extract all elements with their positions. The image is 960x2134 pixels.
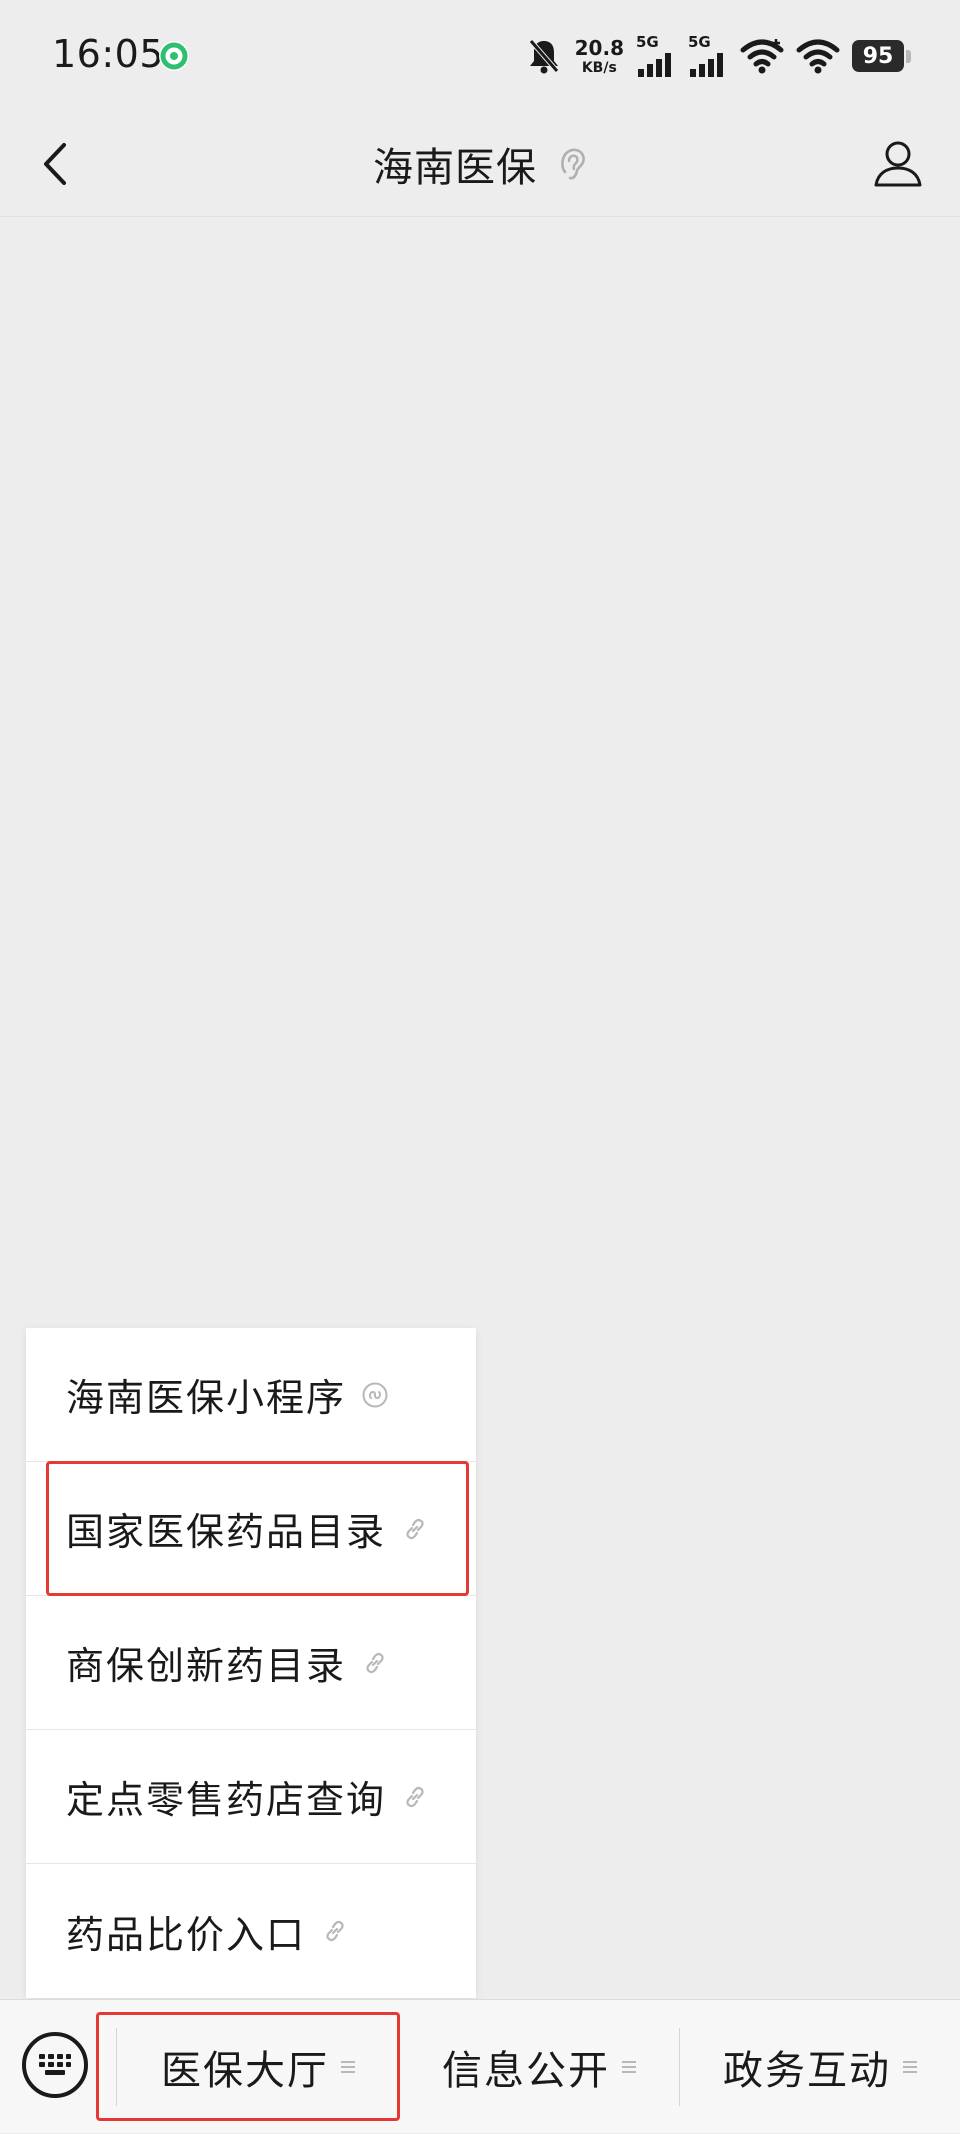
- submenu-item-label: 定点零售药店查询: [66, 1778, 387, 1822]
- status-time: 16:05: [52, 32, 165, 76]
- link-icon: [326, 1920, 344, 1942]
- signal-bars-icon: [690, 53, 723, 77]
- keyboard-toggle-button[interactable]: [22, 2032, 88, 2098]
- submenu-item-label: 药品比价入口: [66, 1912, 307, 1957]
- menu-lines-icon: [341, 2061, 355, 2073]
- network-speed: 20.8 KB/s: [575, 38, 624, 75]
- signal-indicator-1: 5G: [636, 35, 676, 77]
- battery-cap: [906, 49, 911, 63]
- network-speed-value: 20.8: [574, 35, 624, 60]
- chevron-left-icon: [44, 143, 66, 185]
- status-indicators: 20.8 KB/s 5G 5G 95: [513, 30, 912, 82]
- submenu-item-innovative-drug-list[interactable]: 商保创新药目录: [26, 1596, 476, 1730]
- wifi-plus-icon: [740, 39, 784, 74]
- back-button[interactable]: [24, 132, 88, 196]
- submenu-panel: 海南医保小程序 国家医保药品目录 商保创新药目录 定点零售药店查询 药品比价入口: [26, 1328, 476, 1998]
- submenu-item-label: 国家医保药品目录: [66, 1510, 387, 1554]
- signal-bars-icon: [638, 53, 671, 77]
- title-wrap: 海南医保: [0, 112, 960, 216]
- network-speed-unit: KB/s: [581, 59, 617, 76]
- bell-muted-icon: [528, 39, 559, 74]
- status-bar: 16:05 20.8 KB/s 5G 5G 95: [0, 0, 960, 112]
- signal-1-label: 5G: [636, 33, 659, 51]
- link-icon: [366, 1652, 384, 1673]
- menu-lines-icon: [903, 2061, 917, 2073]
- signal-indicator-2: 5G: [688, 35, 728, 77]
- submenu-item-mini-program[interactable]: 海南医保小程序: [26, 1328, 476, 1462]
- submenu-item-label: 商保创新药目录: [66, 1644, 347, 1688]
- submenu-item-pharmacy-query[interactable]: 定点零售药店查询: [26, 1730, 476, 1864]
- link-icon: [406, 1518, 424, 1539]
- person-icon: [874, 141, 922, 187]
- profile-button[interactable]: [866, 132, 930, 196]
- menu-tab-label: 医保大厅: [161, 2048, 329, 2094]
- battery-indicator: 95: [852, 39, 912, 73]
- menu-tab-medical-hall[interactable]: 医保大厅: [117, 2000, 399, 2134]
- battery-level: 95: [852, 40, 904, 72]
- menu-lines-icon: [622, 2061, 636, 2073]
- link-icon: [406, 1786, 424, 1807]
- mini-program-icon: [362, 1382, 388, 1407]
- submenu-item-national-drug-list[interactable]: 国家医保药品目录: [26, 1462, 476, 1596]
- app-notification-icon: [159, 41, 189, 71]
- submenu-item-label: 海南医保小程序: [66, 1376, 347, 1420]
- menu-tab-gov-interaction[interactable]: 政务互动: [680, 2000, 960, 2134]
- page-title: 海南医保: [373, 145, 537, 191]
- menu-tab-label: 信息公开: [442, 2048, 610, 2094]
- wifi-icon: [796, 39, 840, 74]
- submenu-item-price-compare[interactable]: 药品比价入口: [26, 1864, 476, 1998]
- keyboard-icon: [39, 2054, 71, 2075]
- menu-tab-label: 政务互动: [723, 2048, 891, 2094]
- bottom-menu-bar: 医保大厅 信息公开 政务互动: [0, 1999, 960, 2133]
- ear-icon[interactable]: [557, 146, 587, 182]
- title-bar: 海南医保: [0, 112, 960, 217]
- menu-tab-info-disclosure[interactable]: 信息公开: [399, 2000, 679, 2134]
- signal-2-label: 5G: [688, 33, 711, 51]
